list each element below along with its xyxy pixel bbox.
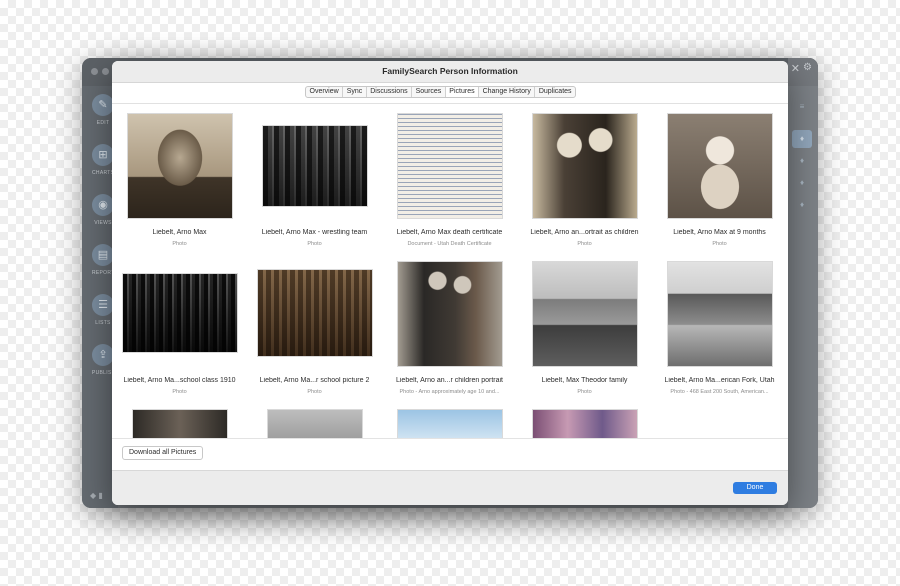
picture-title: Liebelt, Arno Max death certificate [396,229,503,236]
picture-tile[interactable]: Liebelt, Arno Max at 9 months Photo [652,104,787,250]
picture-type: Photo [712,241,727,247]
pencil-icon: ✎ [92,94,114,116]
picture-title: Liebelt, Arno an...r children portrait [395,377,503,384]
picture-thumbnail [266,409,363,438]
dialog-titlebar: FamilySearch Person Information [112,61,788,83]
tree-pin-icon[interactable]: ♦ [792,174,812,192]
sidebar-item-label: VIEWS [94,220,112,226]
divider [112,438,788,439]
tab-change-history[interactable]: Change History [479,87,536,97]
list-icon: ☰ [92,294,114,316]
picture-tile[interactable] [112,400,247,438]
sidebar-bottom-icons: ◆ ▮ [90,491,103,500]
picture-title: Liebelt, Arno an...ortrait as children [530,229,639,236]
sidebar-item-label: LISTS [95,320,111,326]
sidebar-item-label: PUBLISH [92,370,116,376]
minimize-window-button[interactable] [102,68,109,75]
picture-title: Liebelt, Arno Ma...r school picture 2 [259,377,370,384]
picture-thumbnail [396,113,503,219]
picture-title: Liebelt, Max Theodor family [541,377,628,384]
download-all-pictures-button[interactable]: Download all Pictures [122,446,204,460]
picture-tile[interactable]: Liebelt, Arno an...ortrait as children P… [517,104,652,250]
picture-thumbnail [256,269,373,357]
tab-sources[interactable]: Sources [412,87,446,97]
picture-type: Document - Utah Death Certificate [407,241,492,247]
close-icon[interactable]: ✕ [791,62,800,75]
dialog-footer: Done [112,470,788,505]
picture-thumbnail [531,409,638,438]
picture-tile[interactable]: Liebelt, Arno an...r children portrait P… [382,252,517,398]
picture-type: Photo [307,241,322,247]
tab-discussions[interactable]: Discussions [367,87,413,97]
sidebar-item-label: CHARTS [92,170,115,176]
picture-tile[interactable]: Liebelt, Arno Ma...school class 1910 Pho… [112,252,247,398]
picture-tile[interactable]: Liebelt, Arno Ma...erican Fork, Utah Pho… [652,252,787,398]
picture-tile[interactable]: Liebelt, Arno Max Photo [112,104,247,250]
picture-type: Photo [577,241,592,247]
bookmark-icon[interactable]: ▮ [98,491,102,500]
picture-tile[interactable]: Liebelt, Arno Max death certificate Docu… [382,104,517,250]
picture-type: Photo [172,241,187,247]
picture-thumbnail [531,113,638,219]
tree-pin-icon[interactable]: ♦ [792,196,812,214]
picture-tile[interactable]: Liebelt, Arno Ma...r school picture 2 Ph… [247,252,382,398]
tag-icon[interactable]: ◆ [90,491,96,500]
gear-icon[interactable]: ⚙ [803,62,812,73]
picture-thumbnail [261,125,368,207]
picture-type: Photo - 468 East 200 South, American... [670,389,769,395]
tree-pin-icon[interactable]: ♦ [792,130,812,148]
picture-tile[interactable] [517,400,652,438]
picture-tile[interactable]: Liebelt, Max Theodor family Photo [517,252,652,398]
person-information-dialog: FamilySearch Person Information Overview… [112,61,788,505]
upload-icon: ⇪ [92,344,114,366]
eye-icon: ◉ [92,194,114,216]
picture-type: Photo [172,389,187,395]
picture-title: Liebelt, Arno Ma...school class 1910 [123,377,236,384]
picture-type: Photo [577,389,592,395]
picture-thumbnail [131,409,228,438]
tree-pin-icon[interactable]: ♦ [792,152,812,170]
right-toolbar: ✕ ⚙ [788,58,818,86]
picture-type: Photo [307,389,322,395]
dialog-title: FamilySearch Person Information [382,66,518,76]
picture-thumbnail [396,409,503,438]
report-icon: ▤ [92,244,114,266]
picture-thumbnail [121,273,238,353]
picture-thumbnail [666,113,773,219]
picture-title: Liebelt, Arno Max - wrestling team [261,229,368,236]
tab-duplicates[interactable]: Duplicates [535,87,575,97]
picture-thumbnail [531,261,638,367]
picture-thumbnail [666,261,773,367]
picture-thumbnail [126,113,233,219]
tab-bar: Overview Sync Discussions Sources Pictur… [305,86,577,98]
picture-thumbnail [396,261,503,367]
tab-pictures[interactable]: Pictures [445,87,480,97]
sidebar-item-label: EDIT [96,120,110,126]
picture-tile[interactable]: Liebelt, Arno Max - wrestling team Photo [247,104,382,250]
picture-tile[interactable] [382,400,517,438]
tab-sync[interactable]: Sync [343,87,367,97]
sidebar-item-label: REPORTS [92,270,119,276]
picture-title: Liebelt, Arno Max at 9 months [673,229,766,236]
chart-icon: ⊞ [92,144,114,166]
pictures-gallery[interactable]: Liebelt, Arno Max Photo Liebelt, Arno Ma… [112,104,788,438]
picture-type: Photo - Arno approximately age 10 and... [399,389,500,395]
sort-icon[interactable]: ≡ [792,98,812,116]
done-button[interactable]: Done [733,482,777,494]
close-window-button[interactable] [91,68,98,75]
right-panel: ≡ ♦ ♦ ♦ ♦ [788,86,818,508]
picture-title: Liebelt, Arno Max [152,229,207,236]
picture-tile[interactable] [247,400,382,438]
picture-title: Liebelt, Arno Ma...erican Fork, Utah [664,377,775,384]
tab-overview[interactable]: Overview [306,87,344,97]
